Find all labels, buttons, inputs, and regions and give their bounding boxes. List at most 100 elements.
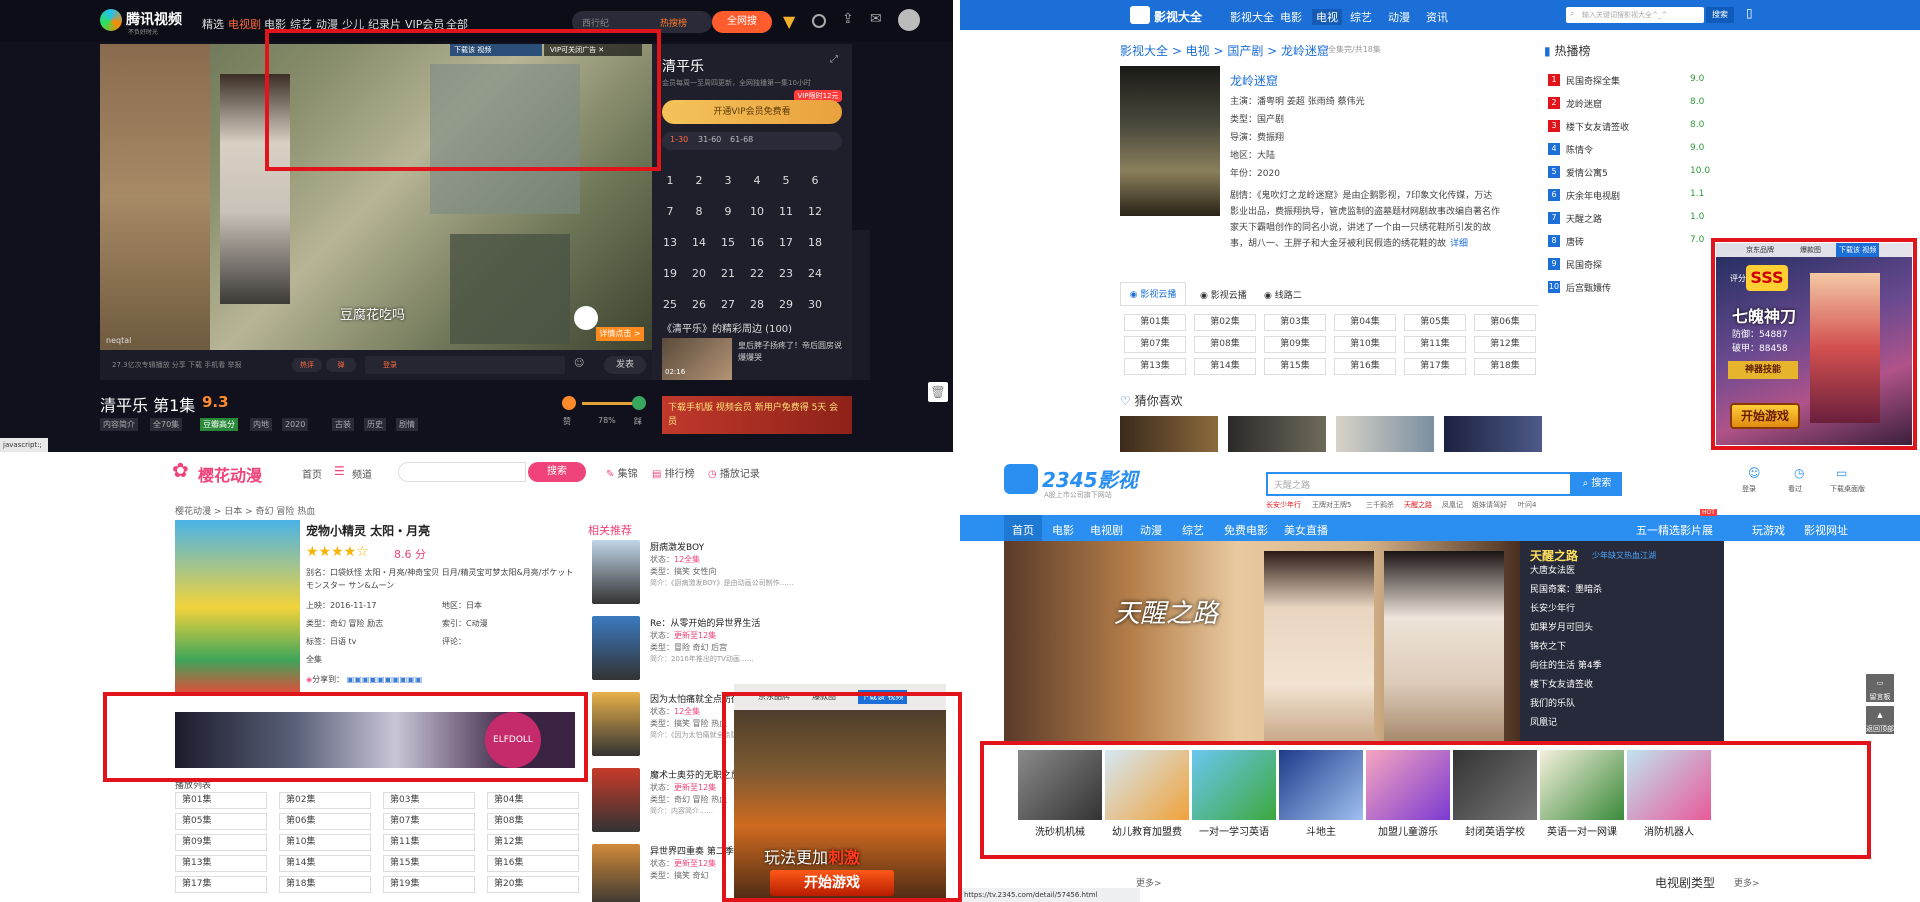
hot-item-title[interactable]: 民国奇探: [1566, 258, 1602, 271]
nav-item[interactable]: 综艺: [290, 16, 312, 32]
episode-number[interactable]: 24: [803, 267, 827, 280]
ad-start-button[interactable]: 开始游戏: [1730, 403, 1800, 429]
nav-item[interactable]: 免费电影: [1224, 522, 1268, 538]
episode-number[interactable]: 20: [687, 267, 711, 280]
video-player[interactable]: 豆腐花吃吗 neqtal 详情点击 > 下载该 视频 VIP可关闭广告 ✕: [100, 44, 652, 350]
episode-button[interactable]: 第11集: [1404, 336, 1466, 353]
episode-number[interactable]: 13: [658, 236, 682, 249]
hot-item-title[interactable]: 民国奇探全集: [1566, 74, 1620, 87]
tag[interactable]: 豆瓣高分: [200, 418, 238, 431]
hot-search-link[interactable]: 姐妹请驾好: [1472, 500, 1507, 510]
guess-thumb[interactable]: [1336, 416, 1434, 452]
ad-download-bar[interactable]: 下载该 视频: [450, 44, 542, 56]
back-to-top-button[interactable]: ▲ 返回顶部: [1866, 706, 1894, 734]
episode-number[interactable]: 2: [687, 174, 711, 187]
nav-channel[interactable]: 频道: [352, 466, 372, 481]
episode-number[interactable]: 3: [716, 174, 740, 187]
episode-button[interactable]: 第07集: [1124, 336, 1186, 353]
episode-button[interactable]: 第12集: [487, 834, 579, 851]
logo-text[interactable]: 影视大全: [1154, 8, 1202, 25]
login-link[interactable]: 登录: [383, 360, 397, 370]
episode-number[interactable]: 15: [716, 236, 740, 249]
episode-number[interactable]: 26: [687, 298, 711, 311]
episode-button[interactable]: 第13集: [175, 855, 267, 872]
tag[interactable]: 历史: [364, 418, 386, 431]
episode-button[interactable]: 第09集: [1264, 336, 1326, 353]
ad-thumbnail[interactable]: 消防机器人: [1627, 750, 1711, 842]
nav-item[interactable]: 电影: [264, 16, 286, 32]
nav-item[interactable]: 全部: [446, 16, 468, 32]
episode-number[interactable]: 29: [774, 298, 798, 311]
search-button[interactable]: 全网搜: [712, 11, 772, 33]
ad-thumbnail[interactable]: 英语一对一网课: [1540, 750, 1624, 842]
logo-text[interactable]: 樱花动漫: [198, 462, 262, 486]
bullet-toggle[interactable]: 弹: [326, 358, 356, 372]
hot-search-link[interactable]: 三千鸦杀: [1366, 500, 1394, 510]
section-more-link[interactable]: 更多>: [1734, 876, 1760, 889]
nav-item[interactable]: 综艺: [1350, 9, 1372, 25]
episode-number[interactable]: 9: [716, 205, 740, 218]
episode-button[interactable]: 第03集: [1264, 314, 1326, 331]
hot-item-title[interactable]: 爱情公寓5: [1566, 166, 1608, 179]
episode-button[interactable]: 第10集: [279, 834, 371, 851]
source-tab-active[interactable]: ◉ 影视云播: [1120, 282, 1186, 306]
tag[interactable]: 2020: [282, 418, 309, 431]
episode-button[interactable]: 第18集: [1474, 358, 1536, 375]
banner-list-item[interactable]: 凤凰记: [1530, 715, 1557, 728]
ad-hot-link[interactable]: 爆款图: [1800, 243, 1821, 257]
game-ad[interactable]: 京东品牌 爆款图 下载该 视频 评分 SSS 七魄神刀 防御：54887 破甲：…: [1716, 243, 1912, 445]
vip-icon[interactable]: ▼: [783, 12, 795, 31]
search-button[interactable]: 搜索: [528, 462, 586, 482]
episode-button[interactable]: 第13集: [1124, 358, 1186, 375]
banner-list-item[interactable]: 楼下女友请签收: [1530, 677, 1593, 690]
episode-number[interactable]: 18: [803, 236, 827, 249]
banner-list-item[interactable]: 大唐女法医: [1530, 563, 1575, 576]
nav-home[interactable]: 首页: [302, 466, 322, 481]
ad-thumbnail[interactable]: 洗砂机机械: [1018, 750, 1102, 842]
tag[interactable]: 内容简介: [100, 418, 138, 431]
hot-item-title[interactable]: 唐砖: [1566, 235, 1584, 248]
top-icon[interactable]: ☺: [1748, 466, 1761, 480]
episode-number[interactable]: 28: [745, 298, 769, 311]
hot-search-link[interactable]: 王牌对王牌5: [1312, 500, 1351, 510]
episode-button[interactable]: 第06集: [279, 813, 371, 830]
episode-number[interactable]: 27: [716, 298, 740, 311]
nav-item-active[interactable]: 电视剧: [228, 16, 261, 32]
episode-number[interactable]: 30: [803, 298, 827, 311]
range-tab[interactable]: 31-60: [698, 135, 721, 144]
ad-thumbnail[interactable]: 加盟儿童游乐: [1366, 750, 1450, 842]
episode-button[interactable]: 第04集: [487, 792, 579, 809]
nav-item[interactable]: 动漫: [1140, 522, 1162, 538]
ad-thumbnail[interactable]: 斗地主: [1279, 750, 1363, 842]
dislike-emoji-icon[interactable]: [632, 396, 646, 410]
episode-button[interactable]: 第07集: [383, 813, 475, 830]
episode-button[interactable]: 第17集: [1404, 358, 1466, 375]
ad-download-link[interactable]: 下载该 视频: [1836, 243, 1880, 257]
vip-close-ad[interactable]: VIP可关闭广告 ✕: [544, 44, 642, 56]
rec-thumbnail[interactable]: [592, 540, 640, 604]
ad-thumbnail[interactable]: 封闭英语学校: [1453, 750, 1537, 842]
logo-text[interactable]: 2345影视: [1042, 464, 1138, 493]
rec-title[interactable]: 魔术士奥芬的无职之旅: [650, 768, 740, 781]
top-icon[interactable]: ▭: [1836, 466, 1847, 480]
banner-list-item[interactable]: 向往的生活 第4季: [1530, 658, 1602, 671]
rec-thumbnail[interactable]: [592, 844, 640, 902]
episode-button[interactable]: 第03集: [383, 792, 475, 809]
rec-thumbnail[interactable]: [592, 616, 640, 680]
mobile-icon[interactable]: ▯: [1746, 6, 1753, 20]
ad-start-button[interactable]: 开始游戏: [770, 870, 894, 896]
episode-button[interactable]: 第01集: [1124, 314, 1186, 331]
nav-item-active[interactable]: 首页: [1012, 522, 1034, 538]
episode-number[interactable]: 1: [658, 174, 682, 187]
ad-thumbnail[interactable]: 幼儿教育加盟费: [1105, 750, 1189, 842]
hot-search-link[interactable]: 叶问4: [1518, 500, 1536, 510]
hot-search-link[interactable]: 长安少年行: [1266, 500, 1301, 510]
kfc-ad-icon[interactable]: [574, 306, 598, 330]
nav-item[interactable]: 综艺: [1182, 522, 1204, 538]
rec-title[interactable]: Re：从零开始的异世界生活: [650, 616, 760, 629]
episode-button[interactable]: 第08集: [1194, 336, 1256, 353]
banner-list-item[interactable]: 如果岁月可回头: [1530, 620, 1593, 633]
clip-title[interactable]: 皇后脾子扬疼了！帝后圆房说爆爆哭: [738, 340, 842, 364]
breadcrumb[interactable]: 影视大全 > 电视 > 国产剧 > 龙岭迷窟: [1120, 42, 1329, 59]
nav-item[interactable]: 少儿: [342, 16, 364, 32]
